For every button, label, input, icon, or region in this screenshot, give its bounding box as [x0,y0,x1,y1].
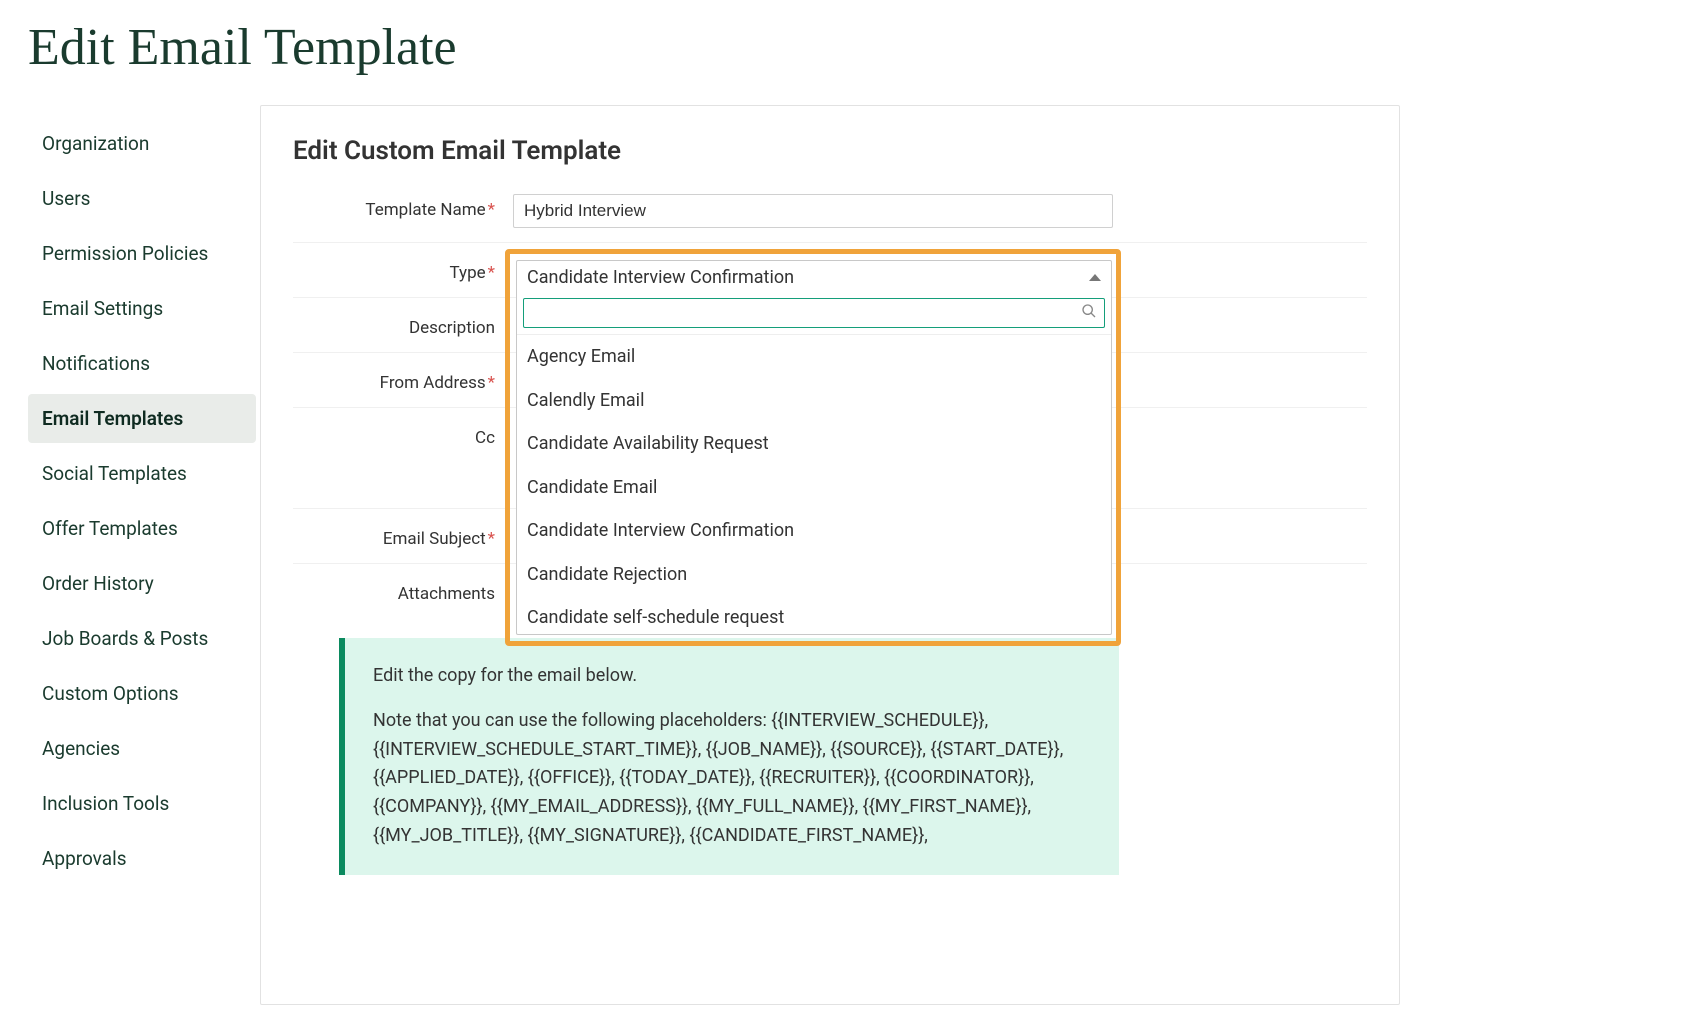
sidebar-item-order-history[interactable]: Order History [28,559,256,608]
type-option-calendly-email[interactable]: Calendly Email [517,379,1111,423]
label-template-name: Template Name* [293,194,513,220]
required-mark: * [488,373,495,393]
type-option-candidate-availability-request[interactable]: Candidate Availability Request [517,422,1111,466]
label-email-subject: Email Subject* [293,523,513,549]
sidebar-item-agencies[interactable]: Agencies [28,724,256,773]
hint-line1: Edit the copy for the email below. [373,662,1091,691]
type-select-options: Agency Email Calendly Email Candidate Av… [517,334,1111,634]
required-mark: * [488,529,495,549]
sidebar-item-inclusion-tools[interactable]: Inclusion Tools [28,779,256,828]
label-attachments: Attachments [293,578,513,604]
template-name-input[interactable] [513,194,1113,228]
sidebar-item-social-templates[interactable]: Social Templates [28,449,256,498]
type-highlight-box: Candidate Interview Confirmation [505,249,1121,646]
type-option-candidate-interview-confirmation[interactable]: Candidate Interview Confirmation [517,509,1111,553]
type-select-selected[interactable]: Candidate Interview Confirmation [517,261,1111,294]
panel-title: Edit Custom Email Template [293,136,1367,166]
sidebar-item-custom-options[interactable]: Custom Options [28,669,256,718]
type-option-candidate-email[interactable]: Candidate Email [517,466,1111,510]
main-panel: Edit Custom Email Template Template Name… [260,105,1400,1005]
row-type: Type* Candidate Interview Confirmation [293,243,1367,298]
sidebar: Organization Users Permission Policies E… [28,105,256,889]
type-select-value: Candidate Interview Confirmation [527,267,794,288]
label-type: Type* [293,257,513,283]
type-select[interactable]: Candidate Interview Confirmation [516,260,1112,635]
form: Template Name* Type* Candid [293,194,1367,875]
sidebar-item-users[interactable]: Users [28,174,256,223]
label-description: Description [293,312,513,338]
required-mark: * [488,200,495,220]
hint-line2: Note that you can use the following plac… [373,707,1091,851]
type-option-agency-email[interactable]: Agency Email [517,335,1111,379]
type-select-search-input[interactable] [523,298,1105,328]
type-option-candidate-self-schedule-request[interactable]: Candidate self-schedule request [517,596,1111,634]
label-from-address: From Address* [293,367,513,393]
page-title: Edit Email Template [28,0,1681,105]
label-cc: Cc [293,422,513,448]
sidebar-item-permission-policies[interactable]: Permission Policies [28,229,256,278]
required-mark: * [488,263,495,283]
hint-box: Edit the copy for the email below. Note … [339,638,1119,875]
sidebar-item-notifications[interactable]: Notifications [28,339,256,388]
type-option-candidate-rejection[interactable]: Candidate Rejection [517,553,1111,597]
sidebar-item-email-settings[interactable]: Email Settings [28,284,256,333]
row-template-name: Template Name* [293,194,1367,243]
sidebar-item-approvals[interactable]: Approvals [28,834,256,883]
sidebar-item-email-templates[interactable]: Email Templates [28,394,256,443]
caret-up-icon [1089,274,1101,281]
sidebar-item-organization[interactable]: Organization [28,119,256,168]
sidebar-item-job-boards-posts[interactable]: Job Boards & Posts [28,614,256,663]
sidebar-item-offer-templates[interactable]: Offer Templates [28,504,256,553]
